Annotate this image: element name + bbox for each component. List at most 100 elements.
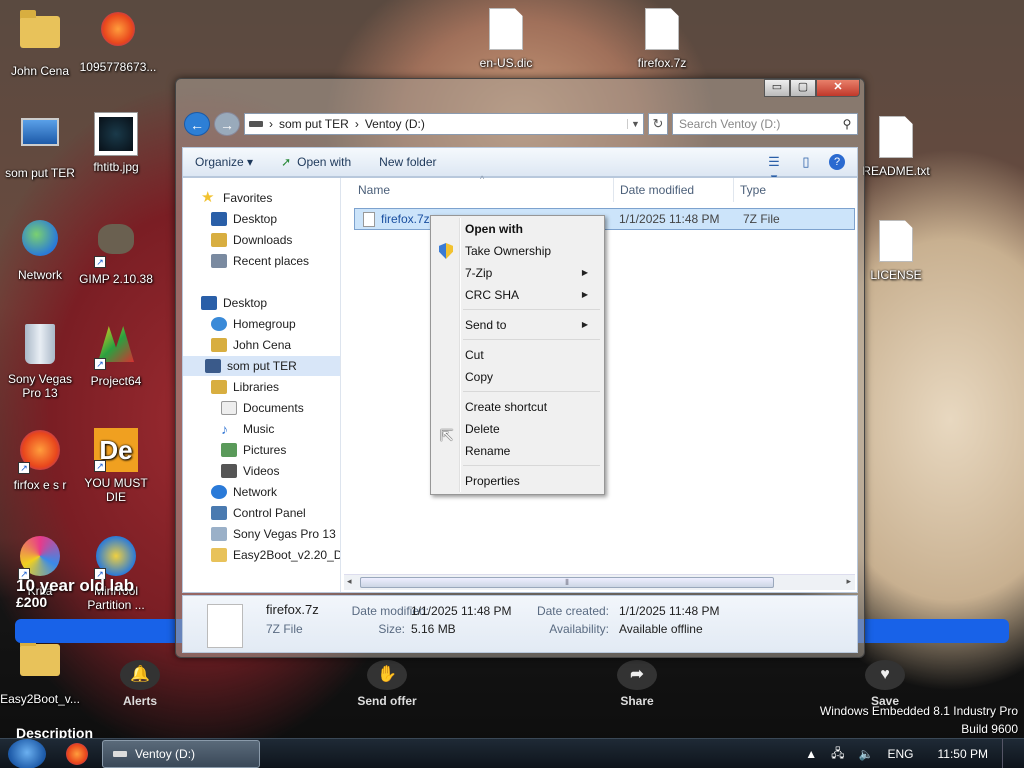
maximize-button[interactable]: ▢: [790, 79, 816, 97]
breadcrumb-som-put-ter[interactable]: som put TER: [279, 117, 349, 131]
details-availability-label: Availability:: [549, 622, 609, 636]
desktop-icon-firefox-esr[interactable]: ↗ firfox e s r: [0, 428, 80, 492]
nav-desktop-fav[interactable]: Desktop: [211, 209, 277, 229]
desktop-icon-minitool[interactable]: ↗ MiniTool Partition ...: [76, 534, 156, 612]
ad-alerts-button[interactable]: 🔔 Alerts: [95, 660, 185, 708]
taskbar-explorer-task[interactable]: Ventoy (D:): [102, 740, 260, 768]
nav-sony-vegas[interactable]: Sony Vegas Pro 13: [211, 524, 336, 544]
address-bar[interactable]: › som put TER › Ventoy (D:) ▼: [244, 113, 644, 135]
show-desktop-button[interactable]: [1002, 739, 1008, 768]
firefox-icon: ↗: [18, 430, 62, 474]
column-type[interactable]: Type: [734, 178, 854, 202]
krita-icon: ↗: [18, 536, 62, 580]
menu-cut[interactable]: Cut: [465, 345, 598, 365]
nav-libraries[interactable]: Libraries: [211, 377, 279, 397]
minimize-button[interactable]: ▭: [764, 79, 790, 97]
nav-recent-places[interactable]: Recent places: [211, 251, 309, 271]
address-dropdown-icon[interactable]: ▼: [627, 119, 643, 129]
desktop-icon-fhtitb-jpg[interactable]: fhtitb.jpg: [76, 112, 156, 174]
open-with-button[interactable]: ➚ Open with: [281, 155, 351, 169]
desktop-icon-project64[interactable]: ↗ Project64: [76, 322, 156, 388]
column-name[interactable]: Name: [342, 178, 614, 202]
volume-muted-icon[interactable]: 🔈: [859, 747, 874, 761]
organize-button[interactable]: Organize ▾: [195, 155, 253, 169]
menu-take-ownership[interactable]: Take Ownership: [465, 241, 598, 261]
nav-favorites[interactable]: ★ Favorites: [201, 188, 272, 208]
menu-7zip[interactable]: 7-Zip ▶: [465, 263, 598, 283]
network-icon: [211, 485, 227, 499]
submenu-arrow-icon: ▶: [581, 320, 588, 329]
show-hidden-icons-icon[interactable]: ▲: [805, 747, 817, 761]
nav-videos[interactable]: Videos: [221, 461, 279, 481]
computer-icon: [205, 359, 221, 373]
change-view-icon[interactable]: ☰ ▾: [765, 154, 783, 185]
refresh-button[interactable]: ↻: [648, 113, 668, 135]
recycle-bin-icon: [18, 324, 62, 368]
nav-network[interactable]: Network: [211, 482, 277, 502]
back-button[interactable]: ←: [184, 112, 210, 136]
ad-headline: 10 year old lab: [16, 576, 135, 595]
menu-separator: [463, 309, 600, 310]
ad-send-offer-button[interactable]: ✋ Send offer: [342, 660, 432, 708]
desktop-icon-firefox-shortcut[interactable]: 1095778673...: [78, 8, 158, 74]
folder-icon: [18, 10, 62, 60]
search-input[interactable]: Search Ventoy (D:) ⚲: [672, 113, 858, 135]
desktop-icon-network[interactable]: Network: [0, 216, 80, 282]
new-folder-button[interactable]: New folder: [379, 155, 436, 169]
language-indicator[interactable]: ENG: [888, 747, 914, 761]
recycle-bin-icon: [211, 527, 227, 541]
breadcrumb-ventoy[interactable]: Ventoy (D:): [365, 117, 425, 131]
nav-som-put-ter[interactable]: som put TER: [183, 356, 340, 376]
forward-button[interactable]: →: [214, 112, 240, 136]
nav-control-panel[interactable]: Control Panel: [211, 503, 306, 523]
desktop-icon-en-us-dic[interactable]: en-US.dic: [466, 8, 546, 70]
menu-delete[interactable]: Delete: [465, 419, 598, 439]
desktop-icon-readme[interactable]: README.txt: [856, 116, 936, 178]
nav-homegroup[interactable]: Homegroup: [211, 314, 296, 334]
nav-pictures[interactable]: Pictures: [221, 440, 286, 460]
desktop-icon-you-must-die[interactable]: De ↗ YOU MUST DIE: [76, 428, 156, 504]
desktop-icon-computer[interactable]: som put TER: [0, 112, 80, 180]
nav-john-cena[interactable]: John Cena: [211, 335, 291, 355]
scrollbar-thumb[interactable]: ⦀: [360, 577, 774, 588]
menu-copy[interactable]: Copy: [465, 367, 598, 387]
nav-music[interactable]: ♪ Music: [221, 419, 274, 439]
clock[interactable]: 11:50 PM: [938, 747, 988, 761]
details-size-label: Size:: [378, 622, 405, 636]
menu-create-shortcut[interactable]: Create shortcut: [465, 397, 598, 417]
context-menu: Open with Take Ownership 7-Zip ▶ CRC SHA ▶…: [430, 215, 605, 495]
start-button[interactable]: [8, 739, 46, 768]
scroll-right-icon[interactable]: ▸: [846, 576, 851, 587]
heart-icon: ♥: [865, 660, 905, 690]
ad-share-button[interactable]: ➦ Share: [592, 660, 682, 708]
breadcrumb-separator-icon: ›: [269, 117, 273, 131]
network-tray-icon[interactable]: 🖧: [831, 744, 844, 765]
music-icon: ♪: [221, 421, 228, 437]
desktop-icon-gimp[interactable]: ↗ GIMP 2.10.38: [76, 216, 156, 286]
desktop-icon-sony-vegas[interactable]: Sony Vegas Pro 13: [0, 322, 80, 400]
desktop-icon-easy2boot[interactable]: Easy2Boot_v...: [0, 636, 80, 706]
network-icon: [18, 220, 62, 264]
menu-rename[interactable]: Rename: [465, 441, 598, 461]
desktop-icon-john-cena[interactable]: John Cena: [0, 8, 80, 78]
menu-send-to[interactable]: Send to ▶: [465, 315, 598, 335]
column-date-modified[interactable]: Date modified: [614, 178, 734, 202]
menu-properties[interactable]: Properties: [465, 471, 598, 491]
nav-downloads[interactable]: Downloads: [211, 230, 292, 250]
preview-pane-icon[interactable]: ▯: [797, 154, 815, 170]
taskbar: Ventoy (D:) ▲ 🖧 🔈 ENG 11:50 PM: [0, 738, 1024, 768]
menu-open-with[interactable]: Open with: [465, 219, 598, 239]
scroll-left-icon[interactable]: ◂: [347, 576, 352, 587]
ad-save-button[interactable]: ♥ Save: [840, 660, 930, 708]
nav-desktop[interactable]: Desktop: [201, 293, 267, 313]
horizontal-scrollbar[interactable]: ◂ ⦀ ▸: [344, 574, 855, 590]
desktop-icon-firefox-7z[interactable]: firefox.7z: [622, 8, 702, 70]
view-controls: ☰ ▾ ▯ ?: [765, 154, 845, 185]
nav-documents[interactable]: Documents: [221, 398, 304, 418]
close-button[interactable]: ✕: [816, 79, 860, 97]
nav-easy2boot[interactable]: Easy2Boot_v2.20_DP: [211, 545, 340, 565]
menu-crc-sha[interactable]: CRC SHA ▶: [465, 285, 598, 305]
taskbar-firefox-icon[interactable]: [66, 743, 88, 765]
help-icon[interactable]: ?: [829, 154, 845, 170]
desktop-icon-license[interactable]: LICENSE: [856, 220, 936, 282]
